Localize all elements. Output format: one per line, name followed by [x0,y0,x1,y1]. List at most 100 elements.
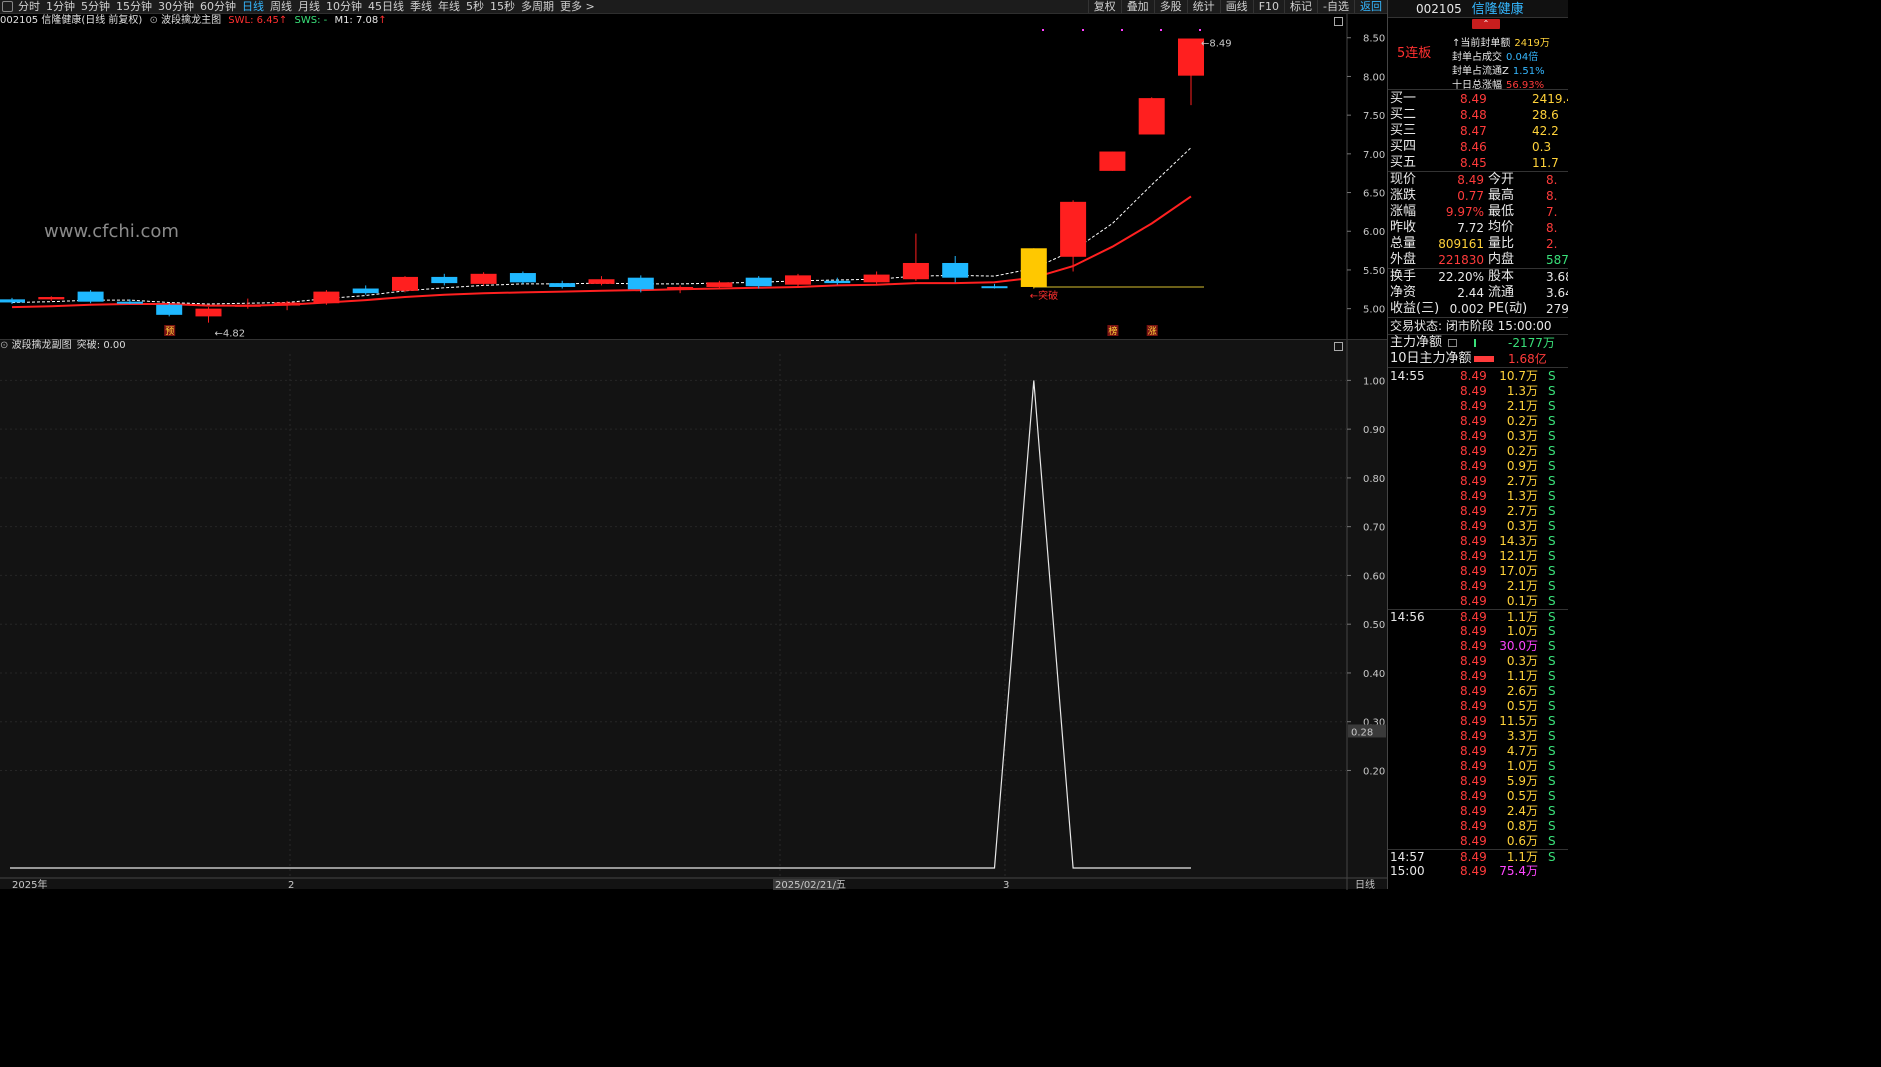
tick-price: 8.49 [1460,819,1487,833]
fundamental-label: 股本 [1488,269,1515,284]
period-tab[interactable]: 更多 > [557,0,598,13]
main-chart-header: 002105 信隆健康(日线 前复权) ⊙ 波段擒龙主图 SWL: 6.45↑ … [0,15,387,27]
fundamental-row: 收益(三) 0.002 PE(动) 2790 [1388,301,1568,317]
sub-indicator-name[interactable]: 波段擒龙副图 [12,340,72,351]
tick-side: S [1548,850,1556,864]
tick-volume: 11.5万 [1499,714,1538,728]
quote-value: 0.77 [1457,189,1484,203]
tick-price: 8.49 [1460,834,1487,848]
quote-label: 内盘 [1488,252,1515,267]
tool-button[interactable]: F10 [1252,0,1284,13]
settings-icon[interactable]: ⊙ [0,340,8,351]
window-icon[interactable] [2,1,13,12]
period-tab[interactable]: 多周期 [518,0,557,13]
tick-volume: 14.3万 [1499,534,1538,548]
period-tab[interactable]: 周线 [267,0,295,13]
price-tick-label: 5.50 [1363,266,1385,277]
period-tab[interactable]: 季线 [407,0,435,13]
tick-side: S [1548,414,1556,428]
period-tab[interactable]: 60分钟 [197,0,239,13]
period-tab[interactable]: 10分钟 [323,0,365,13]
tick-volume: 1.0万 [1506,624,1538,638]
period-tab[interactable]: 日线 [239,0,267,13]
tick-volume: 2.7万 [1506,504,1538,518]
candle [745,277,772,287]
tool-button[interactable]: 画线 [1219,0,1253,13]
swl-value: SWL: 6.45 [228,15,279,26]
main-chart-canvas: 8.50 8.00 7.50 7.00 6.50 6.00 5.50 5.00 www.cfch… [0,14,1385,339]
tick-volume: 0.3万 [1506,429,1538,443]
tick-price: 8.49 [1460,489,1487,503]
seal-value: 0.04倍 [1506,52,1539,63]
tick-time: 14:56 [1390,610,1425,624]
tool-button[interactable]: 多股 [1153,0,1187,13]
period-tab[interactable]: 15秒 [487,0,518,13]
bid-book: 买一 8.49 2419.4 买二 8.48 28.6 买三 8.47 42.2 买四 8.46 0.… [1388,90,1568,172]
period-label: 日线 [1355,878,1375,890]
value-tick-label: 0.40 [1363,669,1385,680]
tick-side: S [1548,654,1556,668]
trading-window: 分时 1分钟 5分钟 15分钟 30分钟 60分钟 日线 周线 月线 10分钟 45日线 季线 年线 5秒… [0,0,1568,890]
tick-side: S [1548,549,1556,563]
tick-side: S [1548,639,1556,653]
tick-volume: 0.9万 [1506,459,1538,473]
candle [392,276,418,291]
tool-button[interactable]: 标记 [1284,0,1317,13]
candle [667,286,694,290]
tick-price: 8.49 [1460,714,1487,728]
tick-volume: 1.1万 [1506,850,1538,864]
tick-volume: 0.5万 [1506,789,1538,803]
tick-row: 8.49 0.2万 S [1388,414,1568,429]
tick-price: 8.49 [1460,549,1487,563]
signal-dot [1160,29,1162,31]
period-tab[interactable]: 年线 [435,0,463,13]
tick-side: S [1548,774,1556,788]
period-tab[interactable]: 45日线 [365,0,407,13]
flow-bar [1474,356,1494,362]
quote-label: 最低 [1488,204,1515,219]
quote-value: 8. [1546,173,1558,187]
tick-volume: 0.2万 [1506,444,1538,458]
breakout-value: 突破: 0.00 [76,340,126,351]
tick-row: 8.49 2.4万 S [1388,804,1568,819]
period-tab[interactable]: 5分钟 [78,0,113,13]
tool-button[interactable]: 统计 [1186,0,1220,13]
sub-chart[interactable]: 1.00 0.90 0.80 0.70 0.60 0.50 0.40 0.30 0.20 0.28… [0,339,1387,890]
period-tab[interactable]: 30分钟 [155,0,197,13]
tick-side: S [1548,594,1556,608]
capital-value: 1.68亿 [1508,352,1547,366]
settings-icon[interactable]: ⊙ [150,15,158,26]
tick-list[interactable]: 14:55 8.49 10.7万 S 8.49 1.3万 S 8.49 2.1万 S 8.49 0.2… [1388,368,1568,879]
main-chart[interactable]: 8.50 8.00 7.50 7.00 6.50 6.00 5.50 5.00 www.cfch… [0,14,1387,339]
tick-price: 8.49 [1460,534,1487,548]
candle [863,274,890,283]
main-indicator-name[interactable]: 波段擒龙主图 [161,15,221,26]
period-tab[interactable]: 1分钟 [43,0,78,13]
price-tick-label: 5.00 [1363,305,1385,316]
period-tab[interactable]: 15分钟 [113,0,155,13]
fundamental-value: 3.68 [1546,270,1568,284]
period-tab[interactable]: 分时 [15,0,43,13]
quote-value: 7. [1546,205,1558,219]
tick-volume: 5.9万 [1506,774,1538,788]
candle [1099,151,1126,171]
maximize-icon[interactable] [1334,342,1343,351]
low-marker: ←4.82 [215,329,246,339]
bid-price: 8.46 [1460,140,1487,154]
tool-button[interactable]: 叠加 [1120,0,1154,13]
tool-button[interactable]: 返回 [1354,0,1387,13]
flow-bar [1474,339,1476,347]
maximize-icon[interactable] [1334,17,1343,26]
value-tick-label: 0.50 [1363,620,1385,631]
tool-button[interactable]: -自选 [1317,0,1354,13]
seal-block: 5连板 ↑当前封单额 2419万 封单占成交 0.04倍 封单占流通Z 1.51% 十日总涨… [1388,18,1568,91]
candle [352,288,379,294]
tool-button[interactable]: 复权 [1087,0,1121,13]
period-tab[interactable]: 5秒 [463,0,487,13]
tick-volume: 2.7万 [1506,474,1538,488]
menu-icon[interactable] [1448,339,1457,347]
candle [77,291,104,302]
period-tab[interactable]: 月线 [295,0,323,13]
tick-volume: 1.1万 [1506,669,1538,683]
candle [785,275,811,285]
